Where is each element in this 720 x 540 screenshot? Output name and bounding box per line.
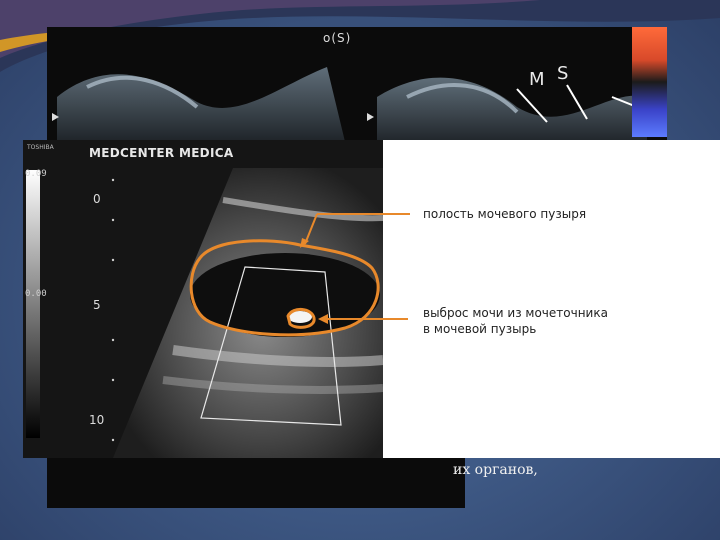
doppler-color-bar xyxy=(632,27,667,137)
background-image-lower-strip xyxy=(47,455,465,508)
marker-s: S xyxy=(557,63,569,84)
back-scan-texture xyxy=(47,27,667,150)
mode-label: o(S) xyxy=(323,31,352,45)
label-bladder-cavity: полость мочевого пузыря xyxy=(423,207,587,221)
label-ureter-jet-line1: выброс мочи из мочеточника xyxy=(423,306,608,320)
vendor-label: TOSHIBA xyxy=(27,144,54,151)
clinic-brand: MEDCENTER MEDICA xyxy=(89,146,234,160)
scale-mid-value: 0.00 xyxy=(25,289,47,299)
bladder-scan-texture xyxy=(23,140,383,458)
depth-mark-5: 5 xyxy=(93,298,101,312)
background-ultrasound-image: o(S) M S xyxy=(47,27,667,150)
depth-mark-10: 10 xyxy=(89,413,105,427)
label-ureter-jet-line2: в мочевой пузырь xyxy=(423,322,537,336)
slide-text-fragment: их органов, xyxy=(453,462,538,478)
annotation-panel: полость мочевого пузыря выброс мочи из м… xyxy=(383,140,720,458)
bladder-ultrasound-image: TOSHIBA MEDCENTER MEDICA 0.09 0.00 0 5 1… xyxy=(23,140,383,458)
marker-m: M xyxy=(529,69,545,90)
scale-top-value: 0.09 xyxy=(25,169,47,179)
depth-mark-0: 0 xyxy=(93,192,101,206)
